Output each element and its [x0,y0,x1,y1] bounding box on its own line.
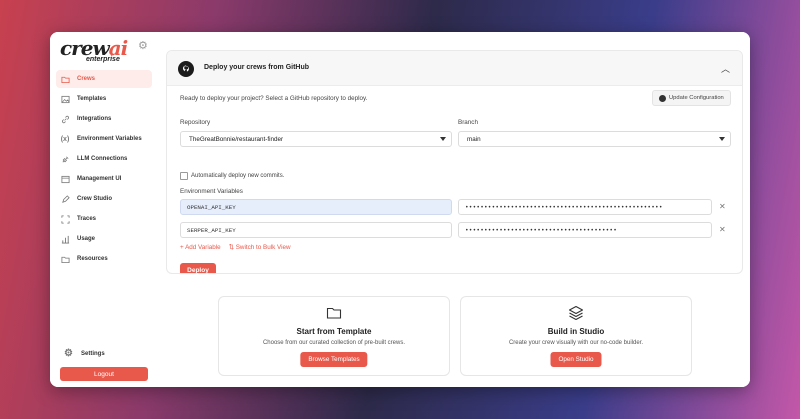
app-window: crewai enterprise ⚙ Crews Templates Inte… [50,32,750,387]
sidebar-item-label: Integrations [77,116,112,122]
env-vars-label: Environment Variables [180,188,243,195]
folder-icon [60,74,70,84]
sidebar-item-llm-connections[interactable]: LLM Connections [56,150,152,168]
github-icon [659,94,666,102]
studio-card: Build in Studio Create your crew visuall… [460,296,692,376]
branch-value: main [467,135,481,143]
crewai-logo[interactable]: crewai enterprise [60,38,132,66]
sidebar-item-integrations[interactable]: Integrations [56,110,152,128]
folder-icon [60,254,70,264]
deploy-panel-header[interactable]: Deploy your crews from GitHub ︿ [167,51,742,86]
update-configuration-button[interactable]: Update Configuration [652,90,731,106]
sidebar-item-crew-studio[interactable]: Crew Studio [56,190,152,208]
bar-chart-icon [60,234,70,244]
sidebar-item-label: Environment Variables [77,136,142,142]
sidebar-item-label: LLM Connections [77,156,128,162]
studio-card-title: Build in Studio [547,327,605,336]
folder-icon [326,305,342,321]
sidebar-item-traces[interactable]: Traces [56,210,152,228]
bulk-view-link[interactable]: ⇅ Switch to Bulk View [229,244,291,251]
sidebar-item-label: Templates [77,96,107,102]
variable-icon: (x) [60,135,70,143]
sidebar-item-label: Resources [77,256,108,262]
sidebar-item-crews[interactable]: Crews [56,70,152,88]
close-icon[interactable]: ✕ [719,225,726,234]
env-value-input[interactable]: •••••••••••••••••••••••••••••••••••••••• [458,222,712,238]
layers-icon [568,305,584,321]
branch-select[interactable]: main [458,131,731,147]
auto-deploy-row[interactable]: Automatically deploy new commits. [180,172,284,180]
sidebar: crewai enterprise ⚙ Crews Templates Inte… [50,32,159,387]
sidebar-item-label: Crews [77,76,96,82]
image-icon [60,94,70,104]
logout-button[interactable]: Logout [60,367,148,381]
deploy-panel-title: Deploy your crews from GitHub [204,64,310,71]
scan-icon [60,214,70,224]
template-card: Start from Template Choose from our cura… [218,296,450,376]
ready-text: Ready to deploy your project? Select a G… [180,95,368,102]
repository-value: TheGreatBonnie/restaurant-finder [189,135,284,143]
browse-templates-button[interactable]: Browse Templates [300,352,368,367]
sidebar-item-label: Usage [77,236,96,242]
sidebar-item-settings[interactable]: ⚙ Settings [64,348,105,359]
browser-icon [60,174,70,184]
sidebar-item-label: Crew Studio [77,196,113,202]
add-variable-link[interactable]: + Add Variable [180,244,221,251]
template-card-title: Start from Template [296,327,372,336]
env-key-input[interactable]: OPENAI_API_KEY [180,199,452,215]
auto-deploy-checkbox[interactable] [180,172,188,180]
sidebar-item-management-ui[interactable]: Management UI [56,170,152,188]
close-icon[interactable]: ✕ [719,202,726,211]
github-icon [178,61,194,77]
sidebar-item-label: Traces [77,216,97,222]
repository-label: Repository [180,119,211,126]
open-studio-button[interactable]: Open Studio [550,352,602,367]
template-card-desc: Choose from our curated collection of pr… [262,340,406,346]
sidebar-item-resources[interactable]: Resources [56,250,152,268]
update-configuration-label: Update Configuration [669,95,724,101]
repository-select[interactable]: TheGreatBonnie/restaurant-finder [180,131,452,147]
gear-icon[interactable]: ⚙ [138,41,148,52]
env-key-value: OPENAI_API_KEY [187,203,236,211]
chevron-down-icon [719,137,725,141]
studio-card-desc: Create your crew visually with our no-co… [508,340,644,346]
sidebar-item-usage[interactable]: Usage [56,230,152,248]
deploy-button[interactable]: Deploy [180,263,216,273]
env-actions: + Add Variable ⇅ Switch to Bulk View [180,244,291,251]
sidebar-item-templates[interactable]: Templates [56,90,152,108]
sidebar-item-environment-variables[interactable]: (x) Environment Variables [56,130,152,148]
gear-icon: ⚙ [64,348,73,359]
chevron-up-icon[interactable]: ︿ [721,62,730,75]
sidebar-item-label: Management UI [77,176,122,182]
link-icon [60,114,70,124]
env-key-input[interactable]: SERPER_API_KEY [180,222,452,238]
main-content: Deploy your crews from GitHub ︿ Ready to… [158,32,750,387]
env-secret-value: ••••••••••••••••••••••••••••••••••••••••… [465,203,663,211]
plug-icon [60,154,70,164]
env-key-value: SERPER_API_KEY [187,226,236,234]
settings-label: Settings [81,350,105,357]
env-value-input[interactable]: ••••••••••••••••••••••••••••••••••••••••… [458,199,712,215]
pencil-icon [60,194,70,204]
deploy-panel: Deploy your crews from GitHub ︿ Ready to… [166,50,743,274]
env-secret-value: •••••••••••••••••••••••••••••••••••••••• [465,226,618,234]
chevron-down-icon [440,137,446,141]
auto-deploy-label: Automatically deploy new commits. [191,173,285,179]
branch-label: Branch [458,119,478,126]
